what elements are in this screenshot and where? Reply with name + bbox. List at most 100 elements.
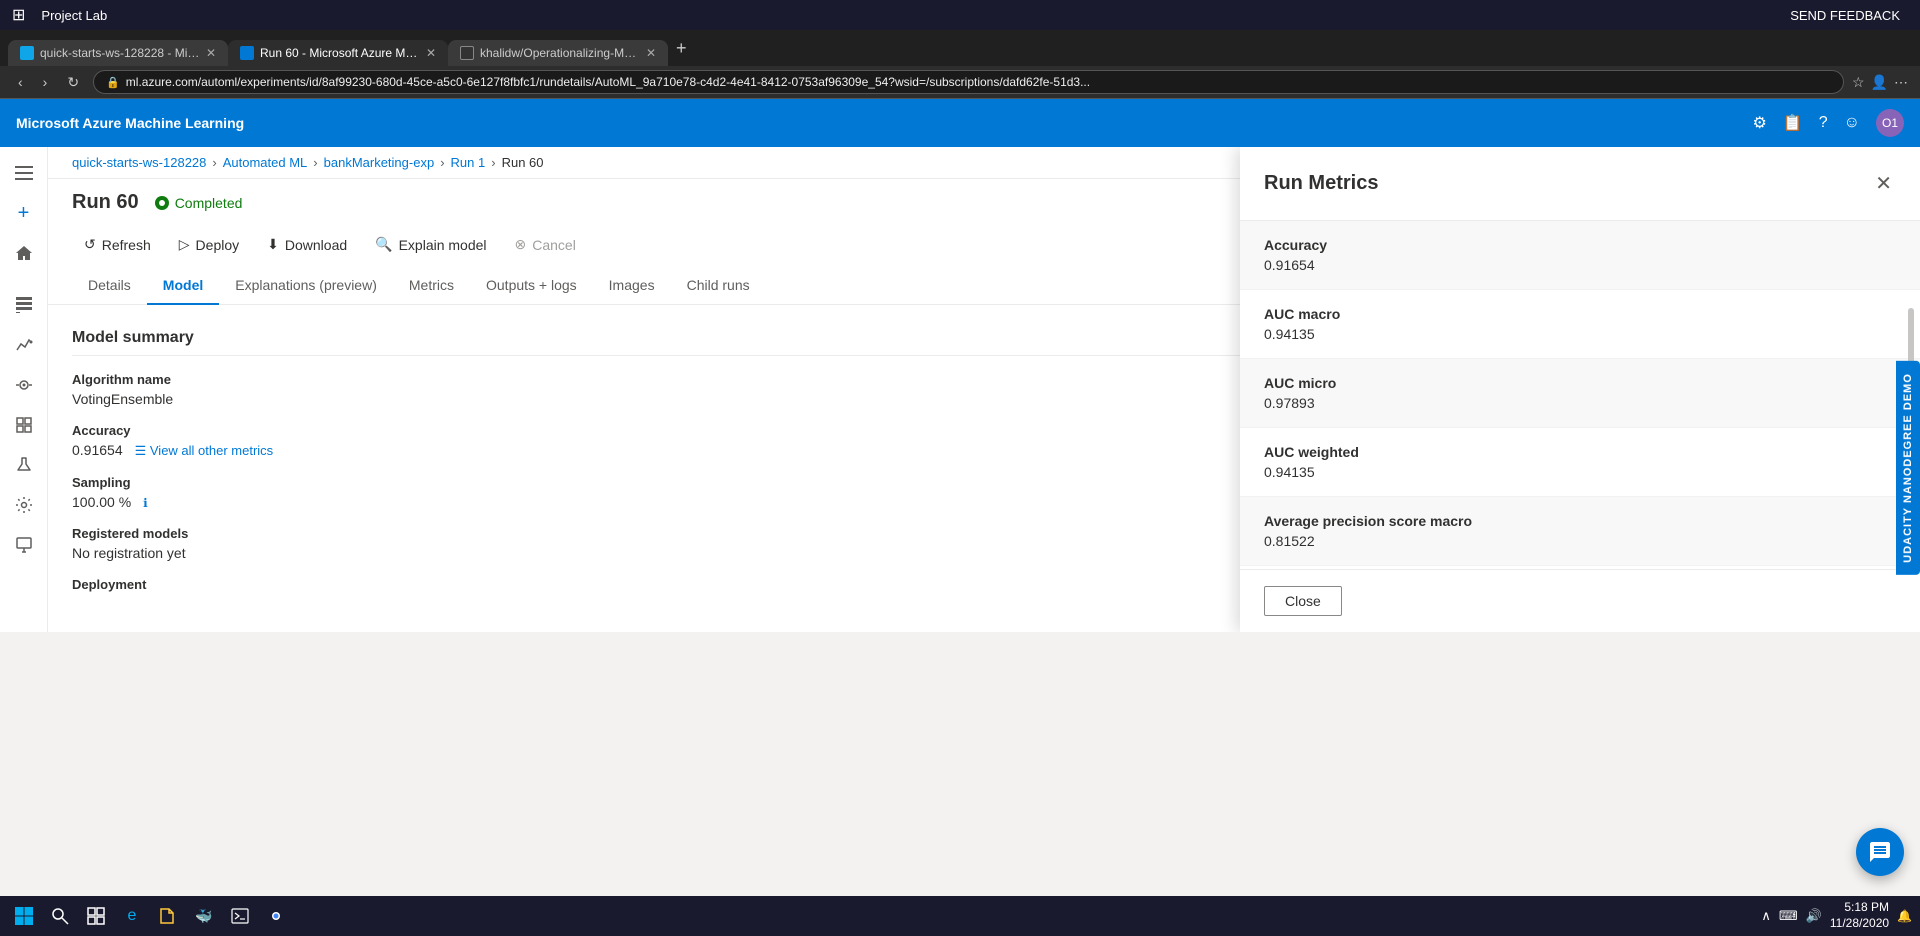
metrics-header: Run Metrics ✕ <box>1240 147 1920 221</box>
taskbar-file-button[interactable] <box>152 900 184 932</box>
run-metrics-panel: Run Metrics ✕ Accuracy 0.91654 AUC macro… <box>1240 147 1920 632</box>
refresh-button[interactable]: ↺ Refresh <box>72 230 163 259</box>
deploy-button[interactable]: ▷ Deploy <box>167 230 251 259</box>
download-button[interactable]: ⬇ Download <box>255 230 359 259</box>
sidebar-item-expand[interactable] <box>6 407 42 443</box>
back-button[interactable]: ‹ <box>12 72 29 92</box>
sidebar-item-home[interactable] <box>6 235 42 271</box>
help-icon-btn[interactable]: ? <box>1819 114 1828 132</box>
taskbar-task-view-button[interactable] <box>80 900 112 932</box>
metrics-close-button[interactable]: ✕ <box>1871 167 1896 200</box>
taskbar-terminal-button[interactable] <box>224 900 256 932</box>
sidebar-item-plus[interactable]: + <box>6 195 42 231</box>
tab-child-runs[interactable]: Child runs <box>671 267 766 305</box>
metric-value-accuracy: 0.91654 <box>1264 257 1896 273</box>
chat-bubble-button[interactable] <box>1856 828 1904 876</box>
page-body: + quick-starts-ws-128228 <box>0 147 1920 632</box>
feedback-icon-btn[interactable]: ☺ <box>1844 114 1860 132</box>
forward-button[interactable]: › <box>37 72 54 92</box>
tab-metrics[interactable]: Metrics <box>393 267 470 305</box>
sidebar-item-flask[interactable] <box>6 447 42 483</box>
metrics-body: Accuracy 0.91654 AUC macro 0.94135 AUC m… <box>1240 221 1920 569</box>
metrics-title: Run Metrics <box>1264 172 1378 195</box>
run-title: Run 60 <box>72 191 139 214</box>
tab-close-2[interactable]: ✕ <box>426 46 436 60</box>
metric-name-avg-prec-macro: Average precision score macro <box>1264 513 1896 529</box>
tab-close-3[interactable]: ✕ <box>646 46 656 60</box>
azure-logo-text: Microsoft Azure Machine Learning <box>16 115 244 131</box>
tab-label-3: khalidw/Operationalizing-Machi <box>480 46 640 60</box>
taskbar-notification-icon: 🔔 <box>1897 909 1912 923</box>
os-topbar-left: ⊞ Project Lab <box>12 5 107 25</box>
profile-button[interactable]: 👤 <box>1871 74 1888 91</box>
taskbar-time: 5:18 PM 11/28/2020 <box>1830 900 1889 931</box>
browser-chrome: quick-starts-ws-128228 - Microso ✕ Run 6… <box>0 30 1920 99</box>
taskbar-search-button[interactable] <box>44 900 76 932</box>
sidebar-item-hamburger[interactable] <box>6 155 42 191</box>
browser-tab-1[interactable]: quick-starts-ws-128228 - Microso ✕ <box>8 40 228 66</box>
metric-name-auc-macro: AUC macro <box>1264 306 1896 322</box>
new-tab-button[interactable]: + <box>668 38 695 59</box>
browser-tab-3[interactable]: khalidw/Operationalizing-Machi ✕ <box>448 40 668 66</box>
metric-name-auc-micro: AUC micro <box>1264 375 1896 391</box>
metric-name-auc-weighted: AUC weighted <box>1264 444 1896 460</box>
settings-icon-btn[interactable]: ⚙ <box>1752 113 1766 133</box>
lock-icon: 🔒 <box>106 76 120 89</box>
taskbar-volume-icon: 🔊 <box>1806 908 1822 924</box>
tab-favicon-3 <box>460 46 474 60</box>
taskbar-date: 11/28/2020 <box>1830 916 1889 932</box>
sidebar-item-table[interactable] <box>6 287 42 323</box>
explain-model-button[interactable]: 🔍 Explain model <box>363 230 498 259</box>
user-avatar[interactable]: O1 <box>1876 109 1904 137</box>
address-bar: ‹ › ↻ 🔒 ml.azure.com/automl/experiments/… <box>0 66 1920 98</box>
udacity-side-tab[interactable]: UDACITY NANODEGREE DEMO <box>1896 361 1920 575</box>
sidebar-item-settings[interactable] <box>6 487 42 523</box>
cancel-icon: ⊗ <box>515 236 527 253</box>
breadcrumb-link-ws[interactable]: quick-starts-ws-128228 <box>72 155 206 170</box>
notifications-icon-btn[interactable]: 📋 <box>1783 113 1803 133</box>
taskbar-keyboard-icon: ⌨ <box>1779 908 1798 924</box>
tab-explanations[interactable]: Explanations (preview) <box>219 267 393 305</box>
breadcrumb-link-automl[interactable]: Automated ML <box>223 155 308 170</box>
refresh-nav-button[interactable]: ↻ <box>61 72 85 93</box>
sampling-info-icon[interactable]: ℹ <box>143 496 148 510</box>
sampling-value: 100.00 % <box>72 494 131 510</box>
tab-outputs-logs[interactable]: Outputs + logs <box>470 267 593 305</box>
tab-details[interactable]: Details <box>72 267 147 305</box>
azure-header-icons: ⚙ 📋 ? ☺ O1 <box>1752 109 1904 137</box>
explain-icon: 🔍 <box>375 236 392 253</box>
tab-images[interactable]: Images <box>593 267 671 305</box>
metric-row-auc-macro: AUC macro 0.94135 <box>1240 290 1920 359</box>
tab-model[interactable]: Model <box>147 267 219 305</box>
taskbar-ie-button[interactable]: e <box>116 900 148 932</box>
metric-value-auc-macro: 0.94135 <box>1264 326 1896 342</box>
view-all-metrics-link[interactable]: ☰ View all other metrics <box>135 443 274 459</box>
breadcrumb-link-run1[interactable]: Run 1 <box>451 155 486 170</box>
address-icons: ☆ 👤 ⋯ <box>1852 74 1908 91</box>
breadcrumb-link-exp[interactable]: bankMarketing-exp <box>324 155 435 170</box>
cancel-button[interactable]: ⊗ Cancel <box>503 230 588 259</box>
metric-row-accuracy: Accuracy 0.91654 <box>1240 221 1920 290</box>
azure-ml-header: Microsoft Azure Machine Learning ⚙ 📋 ? ☺… <box>0 99 1920 147</box>
taskbar-docker-button[interactable]: 🐳 <box>188 900 220 932</box>
browser-tab-2[interactable]: Run 60 - Microsoft Azure Machin ✕ <box>228 40 448 66</box>
accuracy-value: 0.91654 <box>72 442 123 458</box>
taskbar-chrome-button[interactable] <box>260 900 292 932</box>
taskbar-windows-button[interactable] <box>8 900 40 932</box>
url-bar[interactable]: 🔒 ml.azure.com/automl/experiments/id/8af… <box>93 70 1844 94</box>
send-feedback-button[interactable]: SEND FEEDBACK <box>1782 6 1908 25</box>
metrics-close-footer-button[interactable]: Close <box>1264 586 1342 616</box>
os-logo: ⊞ <box>12 5 25 25</box>
tab-close-1[interactable]: ✕ <box>206 46 216 60</box>
metric-row-avg-prec-macro: Average precision score macro 0.81522 <box>1240 497 1920 566</box>
os-topbar: ⊞ Project Lab SEND FEEDBACK <box>0 0 1920 30</box>
deploy-icon: ▷ <box>179 236 190 253</box>
sidebar-item-network[interactable] <box>6 367 42 403</box>
more-button[interactable]: ⋯ <box>1894 74 1908 91</box>
download-label: Download <box>285 237 347 253</box>
sidebar-item-chart[interactable] <box>6 327 42 363</box>
tab-label-2: Run 60 - Microsoft Azure Machin <box>260 46 420 60</box>
sidebar-item-monitor[interactable] <box>6 527 42 563</box>
taskbar-left: e 🐳 <box>8 900 292 932</box>
star-button[interactable]: ☆ <box>1852 74 1865 91</box>
